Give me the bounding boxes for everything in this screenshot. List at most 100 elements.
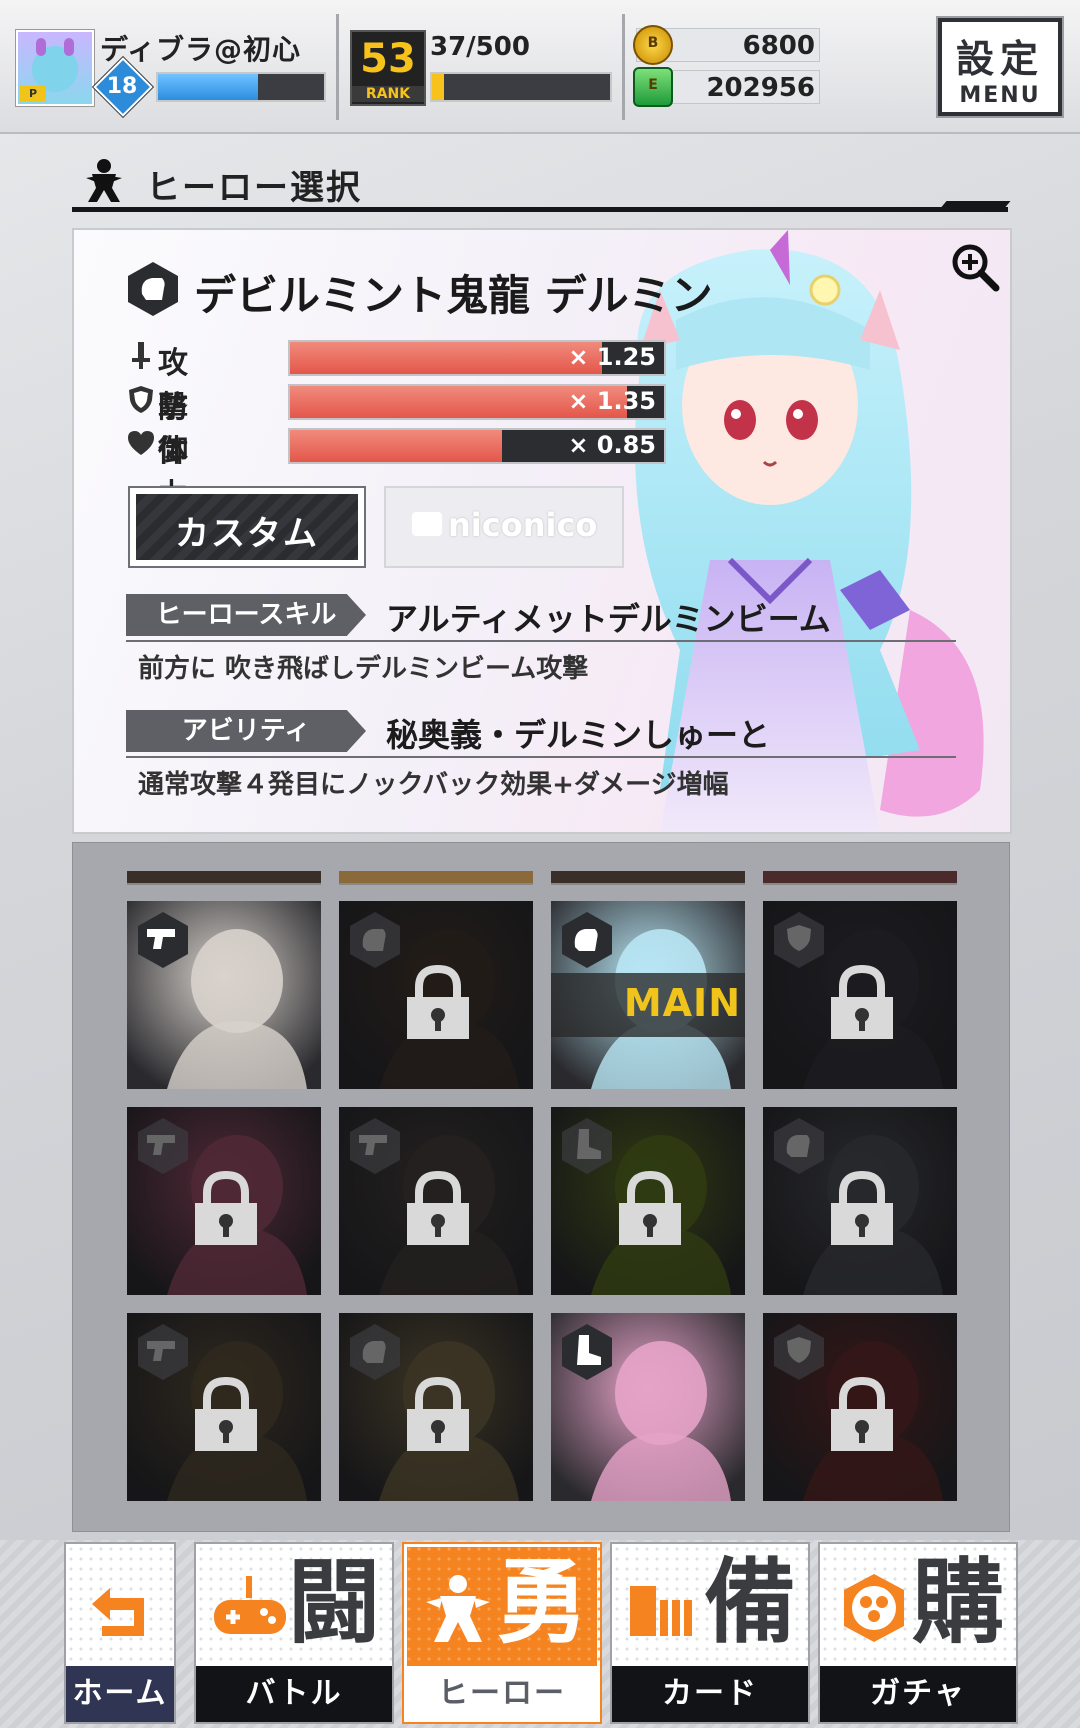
lock-icon (619, 1171, 681, 1245)
divider (622, 14, 625, 120)
lock-icon (195, 1377, 257, 1451)
lock-icon (831, 1171, 893, 1245)
gamepad-icon (214, 1576, 286, 1634)
previous-row-card (551, 871, 745, 885)
hero-card-locked[interactable] (763, 1107, 957, 1295)
nav-tab-card[interactable]: 備 カード (610, 1542, 810, 1724)
boot-type-icon (562, 1118, 612, 1174)
exp-bar-fill (158, 74, 258, 100)
player-avatar[interactable]: P (16, 30, 94, 106)
settings-menu-button[interactable]: 設定 MENU (936, 16, 1064, 118)
nav-label: ホーム (66, 1666, 174, 1722)
hero-card-locked[interactable] (127, 1313, 321, 1501)
hero-card[interactable] (127, 901, 321, 1089)
ability-tag: アビリティ (126, 710, 366, 752)
ability-divider (126, 756, 956, 758)
nav-label: カード (612, 1666, 808, 1722)
previous-row-card (127, 871, 321, 885)
hero-grid: MAIN (72, 842, 1010, 1532)
nav-glyph: 闘 (287, 1549, 380, 1656)
boot-type-icon (562, 1324, 612, 1380)
gun-type-icon (138, 912, 188, 968)
shield-type-icon (774, 1324, 824, 1380)
zoom-in-icon[interactable] (950, 242, 1000, 292)
hero-card-locked[interactable] (551, 1107, 745, 1295)
rank-label: RANK (352, 86, 424, 102)
niconico-button-label: niconico (448, 506, 598, 544)
stat-multiplier: × 0.85 (568, 431, 656, 459)
shield-icon (129, 386, 153, 413)
gem-value: 202956 (706, 73, 815, 103)
previous-row-card (763, 871, 957, 885)
skill-name: アルティメットデルミンビーム (386, 600, 831, 638)
nav-tab-home[interactable]: ホーム (64, 1542, 176, 1724)
hero-card[interactable] (551, 1313, 745, 1501)
stat-bar-fill (290, 342, 602, 374)
rank-exp-bar (430, 72, 612, 102)
lock-icon (407, 965, 469, 1039)
main-tag: MAIN (551, 973, 745, 1037)
stat-bar: × 1.35 (288, 384, 666, 420)
lock-icon (831, 1377, 893, 1451)
stat-bar-fill (290, 430, 502, 462)
nav-tab-hero[interactable]: 勇 ヒーロー (402, 1542, 602, 1724)
username: ディブラ@初心 (100, 33, 302, 66)
hero-card-locked[interactable] (763, 1313, 957, 1501)
heart-icon (128, 431, 154, 455)
hero-card-locked[interactable] (339, 1107, 533, 1295)
nav-label: バトル (196, 1666, 392, 1722)
stat-bar: × 0.85 (288, 428, 666, 464)
gun-type-icon (138, 1324, 188, 1380)
hero-card-locked[interactable] (339, 901, 533, 1089)
gacha-icon (844, 1574, 904, 1642)
lock-icon (831, 965, 893, 1039)
rank-exp-text: 37/500 (430, 32, 530, 62)
hero-card-locked[interactable] (127, 1107, 321, 1295)
lock-icon (195, 1171, 257, 1245)
shield-type-icon (774, 912, 824, 968)
rank-badge: 53 RANK (350, 30, 426, 106)
gold-coin-counter: B 6800 (633, 25, 820, 65)
custom-button[interactable]: カスタム (128, 486, 366, 568)
menu-label: MENU (959, 83, 1041, 108)
tv-icon (412, 512, 442, 536)
status-bar: P ディブラ@初心 18 53 RANK 37/500 B 6800 E 202… (0, 0, 1080, 134)
nav-label: ガチャ (820, 1666, 1016, 1722)
niconico-button[interactable]: niconico (384, 486, 624, 568)
page-title: ヒーロー選択 (146, 168, 362, 208)
rank-number: 53 (360, 36, 416, 82)
gun-type-icon (138, 1118, 188, 1174)
hero-icon (426, 1575, 490, 1642)
gem-counter: E 202956 (633, 67, 820, 107)
hero-card-locked[interactable] (339, 1313, 533, 1501)
fist-type-icon (562, 912, 612, 968)
nav-tab-battle[interactable]: 闘 バトル (194, 1542, 394, 1724)
hero-card-locked[interactable] (763, 901, 957, 1089)
previous-row-card (339, 871, 533, 885)
nav-label: ヒーロー (404, 1666, 600, 1722)
stat-multiplier: × 1.35 (568, 387, 656, 415)
avatar-horn-right (64, 38, 74, 56)
nav-glyph: 購 (911, 1549, 1004, 1656)
divider (336, 14, 339, 120)
hero-card-main[interactable]: MAIN (551, 901, 745, 1089)
lock-icon (407, 1171, 469, 1245)
section-header: ヒーロー選択 (72, 150, 1011, 212)
return-arrow-icon (92, 1588, 144, 1636)
custom-button-label: カスタム (175, 514, 319, 554)
gold-coin-value: 6800 (742, 31, 815, 61)
level-value: 18 (106, 74, 138, 99)
fist-type-icon (128, 262, 178, 316)
level-badge: 18 (93, 57, 153, 117)
hero-icon (86, 159, 122, 202)
hero-name: デビルミント鬼龍 デルミン (194, 271, 713, 320)
gun-type-icon (350, 1118, 400, 1174)
exp-bar (156, 72, 326, 102)
lock-icon (407, 1377, 469, 1451)
rank-exp-bar-fill (432, 74, 445, 100)
nav-tab-gacha[interactable]: 購 ガチャ (818, 1542, 1018, 1724)
ability-description: 通常攻撃４発目にノックバック効果+ダメージ増幅 (138, 770, 729, 800)
gem-icon: E (633, 67, 673, 107)
fist-type-icon (774, 1118, 824, 1174)
bottom-navigation: ホーム 闘 バトル 勇 ヒーロー 備 カード 購 ガチャ (0, 1540, 1080, 1728)
